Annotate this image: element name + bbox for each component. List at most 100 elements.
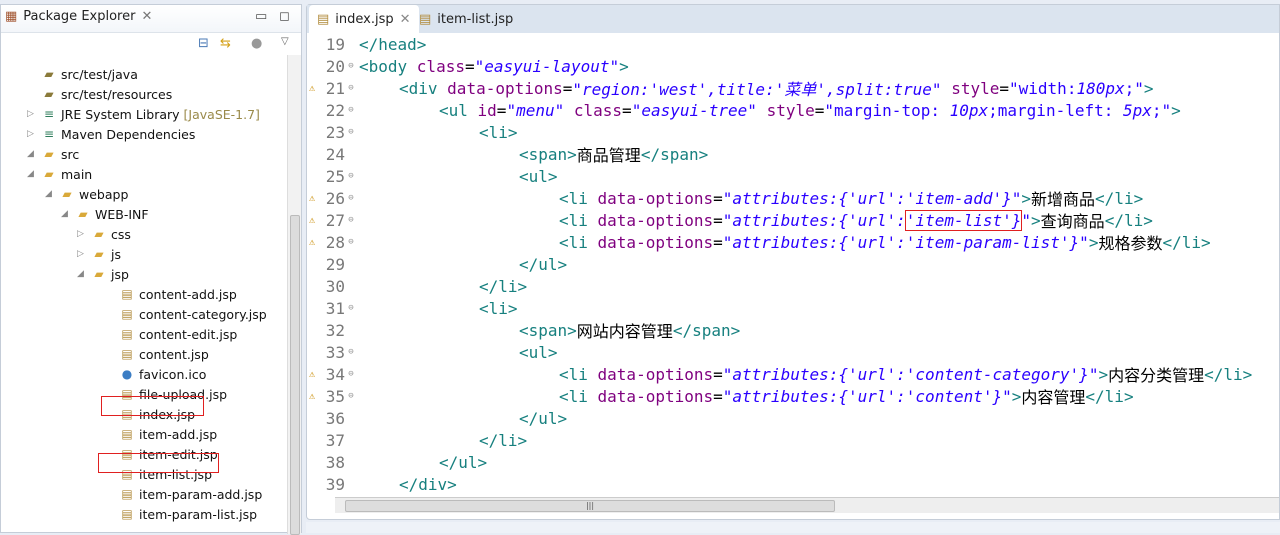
- fold-icon[interactable]: ⊖: [345, 83, 357, 93]
- tree-item-label: src/test/resources: [61, 86, 173, 102]
- filter-icon[interactable]: ●: [251, 36, 262, 51]
- tree-item[interactable]: ▷ ≡ JRE System Library [JavaSE-1.7]: [27, 104, 260, 124]
- code-line: 31 ⊖ <li>: [307, 297, 518, 319]
- editor-scroll-thumb[interactable]: |||: [345, 500, 835, 512]
- fold-icon[interactable]: ⊖: [345, 61, 357, 71]
- code-token-tag: <li>: [479, 298, 518, 318]
- tree-item[interactable]: ◢ ▰ jsp: [77, 264, 129, 284]
- warning-icon[interactable]: ⚠: [309, 391, 321, 402]
- expand-toggle-icon[interactable]: ◢: [27, 149, 37, 159]
- tree-item-label: js: [111, 246, 121, 262]
- line-number: 38: [325, 452, 345, 472]
- expand-toggle-icon[interactable]: ▷: [27, 109, 37, 119]
- expand-toggle-icon[interactable]: ▷: [27, 129, 37, 139]
- tree-item[interactable]: ▤ content-edit.jsp: [105, 324, 237, 344]
- code-token-txt: 规格参数: [1098, 234, 1163, 253]
- code-line: ⚠ 28 ⊖ <li data-options = "attributes:{'url':…: [307, 231, 1211, 254]
- fold-icon[interactable]: ⊖: [345, 237, 357, 247]
- warning-icon[interactable]: ⚠: [309, 369, 321, 380]
- fold-icon[interactable]: ⊖: [345, 105, 357, 115]
- tree-item[interactable]: ▤login.jsp: [105, 524, 191, 525]
- code-token-tag: </span>: [672, 320, 741, 340]
- maximize-icon[interactable]: ◻: [279, 9, 290, 24]
- package-explorer-tab[interactable]: ▦ Package Explorer ✕: [5, 9, 152, 24]
- fold-icon[interactable]: ⊖: [345, 127, 357, 137]
- tree-item[interactable]: ◢ ▰ src: [27, 144, 79, 164]
- code-token-attr: data-options: [447, 78, 563, 98]
- code-line: 25 ⊖ <ul>: [307, 165, 558, 187]
- tree-item[interactable]: ▤ content-add.jsp: [105, 284, 236, 304]
- editor-hscrollbar[interactable]: |||: [335, 497, 1279, 513]
- tree-item[interactable]: ▰ src/test/resources: [27, 84, 172, 104]
- library-icon: ≡: [43, 107, 55, 121]
- code-token-tag: </ul>: [519, 408, 568, 428]
- code-token-val2: "margin-top:: [824, 100, 950, 120]
- tree-item-label: item-add.jsp: [139, 426, 218, 442]
- tree-item[interactable]: ● favicon.ico: [105, 364, 207, 384]
- fold-icon[interactable]: ⊖: [345, 171, 357, 181]
- source-folder-icon: ▰: [44, 87, 54, 101]
- tree-item[interactable]: ◢ ▰ WEB-INF: [61, 204, 149, 224]
- expand-toggle-icon[interactable]: ◢: [77, 269, 87, 279]
- close-icon[interactable]: ✕: [141, 9, 152, 24]
- expand-toggle-icon[interactable]: ▷: [77, 249, 87, 259]
- tree-item[interactable]: ▷ ≡ Maven Dependencies: [27, 124, 195, 144]
- tree-scrollbar[interactable]: [287, 55, 301, 535]
- code-token-val2: ;": [1124, 78, 1144, 98]
- fold-icon[interactable]: ⊖: [345, 369, 357, 379]
- expand-toggle-icon[interactable]: ▷: [77, 229, 87, 239]
- minimize-icon[interactable]: ▭: [255, 9, 267, 24]
- tree-item[interactable]: ◢ ▰ webapp: [45, 184, 128, 204]
- code-token-tag: <li: [559, 210, 598, 230]
- expand-toggle-icon[interactable]: ◢: [45, 189, 55, 199]
- tree-item[interactable]: ▤ content-category.jsp: [105, 304, 266, 324]
- tree-item[interactable]: ▤ item-param-list.jsp: [105, 504, 257, 524]
- fold-icon[interactable]: ⊖: [345, 193, 357, 203]
- package-explorer-tabbar: ▦ Package Explorer ✕ ▭ ◻: [1, 5, 301, 33]
- fold-icon[interactable]: ⊖: [345, 347, 357, 357]
- expand-toggle-icon[interactable]: ◢: [61, 209, 71, 219]
- code-line: 19 </head>: [307, 33, 427, 55]
- tree-item[interactable]: ▤ content.jsp: [105, 344, 208, 364]
- tree-item[interactable]: ▤ item-add.jsp: [105, 424, 217, 444]
- tree-item-label: item-param-add.jsp: [139, 486, 263, 502]
- tree-item[interactable]: ▷ ▰ js: [77, 244, 121, 264]
- tree-item[interactable]: ▤ item-param-add.jsp: [105, 484, 262, 504]
- tree-item[interactable]: ◢ ▰ main: [27, 164, 92, 184]
- tab-item-list-jsp[interactable]: ▤ item-list.jsp: [411, 5, 521, 33]
- code-editor[interactable]: 19 </head> 20 ⊖ <body class = "easyui-layout" >…: [307, 33, 1279, 495]
- jsp-file-icon: ▤: [121, 347, 133, 361]
- warning-icon[interactable]: ⚠: [309, 215, 321, 226]
- code-token-tag: <div: [399, 78, 448, 98]
- tree-item[interactable]: ▷ ▰ css: [77, 224, 131, 244]
- tree-scroll-thumb[interactable]: [290, 215, 300, 535]
- code-token-tag: </li>: [1204, 364, 1253, 384]
- bottom-panel-tabs: [306, 522, 1280, 533]
- view-menu-icon[interactable]: ▽: [281, 36, 289, 47]
- fold-icon[interactable]: ⊖: [345, 303, 357, 313]
- code-token-val: "attributes:{'url':: [722, 210, 906, 230]
- code-token-tag: </ul>: [519, 254, 568, 274]
- expand-toggle-icon[interactable]: ◢: [27, 169, 37, 179]
- link-with-editor-icon[interactable]: ⇆: [220, 36, 231, 51]
- tree-item-label: WEB-INF: [95, 206, 149, 222]
- tab-index-jsp[interactable]: ▤ index.jsp ✕: [309, 5, 419, 33]
- line-number: 25: [325, 166, 345, 186]
- code-token-tag: </div>: [399, 474, 457, 494]
- code-token-tag: </li>: [1162, 232, 1211, 252]
- fold-icon[interactable]: ⊖: [345, 215, 357, 225]
- code-line: 24 <span> 商品管理 </span>: [307, 143, 709, 166]
- warning-icon[interactable]: ⚠: [309, 193, 321, 204]
- close-icon[interactable]: ✕: [400, 12, 411, 27]
- code-token-tag: <li: [559, 232, 598, 252]
- fold-icon[interactable]: ⊖: [345, 391, 357, 401]
- tree-item[interactable]: ▰ src/test/java: [27, 64, 138, 84]
- warning-icon[interactable]: ⚠: [309, 83, 321, 94]
- line-number: 31: [325, 298, 345, 318]
- tree-item-label: favicon.ico: [139, 366, 207, 382]
- jsp-file-icon: ▤: [121, 287, 133, 301]
- collapse-all-icon[interactable]: ⊟: [198, 36, 209, 51]
- warning-icon[interactable]: ⚠: [309, 237, 321, 248]
